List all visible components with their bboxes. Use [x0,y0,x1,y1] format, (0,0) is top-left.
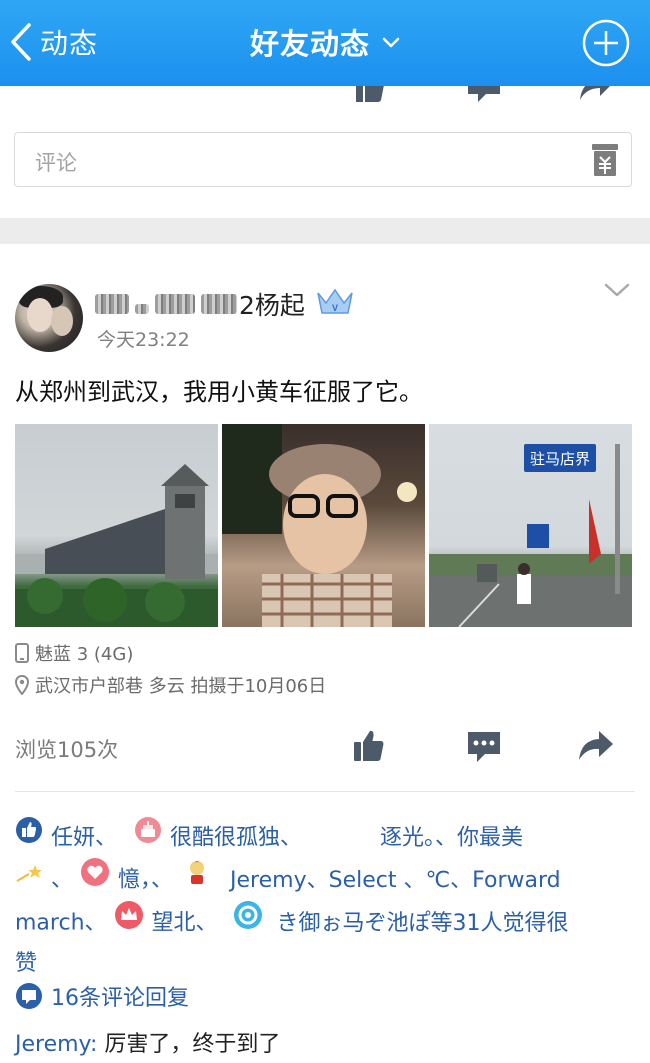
photo-bridge[interactable] [15,424,218,627]
liker[interactable]: 憶，、 [118,868,173,893]
comment-input[interactable]: 评论 [14,132,632,187]
svg-text:V: V [332,303,338,313]
liker[interactable]: 很酷很孤独、 [170,826,302,851]
blurred-name [95,294,237,314]
share-icon[interactable] [578,86,614,106]
location-text: 武汉市户部巷 多云 拍摄于10月06日 [35,676,327,697]
author-name-suffix: 2杨起 [239,291,305,320]
liker[interactable]: march、 [15,911,107,936]
comment-count[interactable]: 16条评论回复 [15,980,189,1012]
device-name: 魅蓝 3 (4G) [35,644,134,665]
like-icon [354,730,384,761]
liker[interactable]: 逐光。、你最美 [380,826,523,851]
liker[interactable]: 任妍、 [51,826,117,851]
more-options-button[interactable] [604,282,630,302]
section-divider [0,218,650,244]
likes-list: 任妍、 很酷很孤独、 逐光。、你最美 、 憶，、 Jeremy、Select 、℃… [15,816,635,983]
liker[interactable]: 望北、 [152,911,218,936]
comment-button[interactable] [466,729,502,769]
comment-item: Jeremy: 厉害了，终于到了 [15,1026,280,1058]
feed-selector[interactable]: 好友动态 [0,20,650,64]
like-badge-icon [15,816,43,857]
like-button[interactable] [353,729,385,767]
comment-icon [468,732,500,762]
like-icon[interactable] [354,86,386,106]
heart-icon [80,857,110,900]
photo-road-sign[interactable]: 驻马店界 [429,424,632,627]
likes-suffix: 赞 [15,951,38,976]
shooting-star-icon [15,860,43,898]
phone-icon [15,643,29,663]
comment-placeholder: 评论 [35,151,77,175]
share-icon [579,731,613,760]
author-name[interactable]: 2杨起 V [95,286,355,322]
vip-crown-icon[interactable]: V [315,287,355,321]
location-info[interactable]: 武汉市户部巷 多云 拍摄于10月06日 [15,672,326,698]
comment-author[interactable]: Jeremy: [15,1032,97,1057]
device-info: 魅蓝 3 (4G) [15,640,133,666]
photo-selfie[interactable] [222,424,425,627]
character-icon [186,858,208,899]
photo-grid: 驻马店界 [15,424,633,627]
comment-bubble-icon [16,983,42,1009]
chevron-down-icon [382,37,400,48]
location-pin-icon [15,675,29,695]
add-post-button[interactable] [582,19,630,71]
divider [15,791,635,792]
liker[interactable]: Jeremy、Select 、℃、Forward [230,868,561,893]
ring-icon [233,900,263,943]
comment-count-text: 16条评论回复 [51,986,189,1011]
avatar[interactable] [15,284,83,352]
comment-icon[interactable] [466,86,502,106]
road-sign-text: 驻马店界 [530,450,590,468]
comment-text: 厉害了，终于到了 [97,1032,281,1057]
post-time: 今天23:22 [97,329,190,351]
share-button[interactable] [578,729,614,767]
page-title: 好友动态 [249,27,370,61]
gift-box-icon[interactable] [591,143,619,181]
crown-icon [114,900,144,943]
previous-post-actions [0,86,650,106]
liker-separator: 、 [51,867,74,893]
cake-icon [134,816,162,857]
top-navigation-bar: 动态 好友动态 [0,0,650,86]
liker[interactable]: き御ぉ马ぞ池ぽ等31人觉得很 [277,911,569,936]
plus-circle-icon [582,19,630,67]
chevron-down-icon [604,283,630,297]
view-count: 浏览105次 [15,738,119,762]
post-text: 从郑州到武汉，我用小黄车征服了它。 [15,378,423,406]
